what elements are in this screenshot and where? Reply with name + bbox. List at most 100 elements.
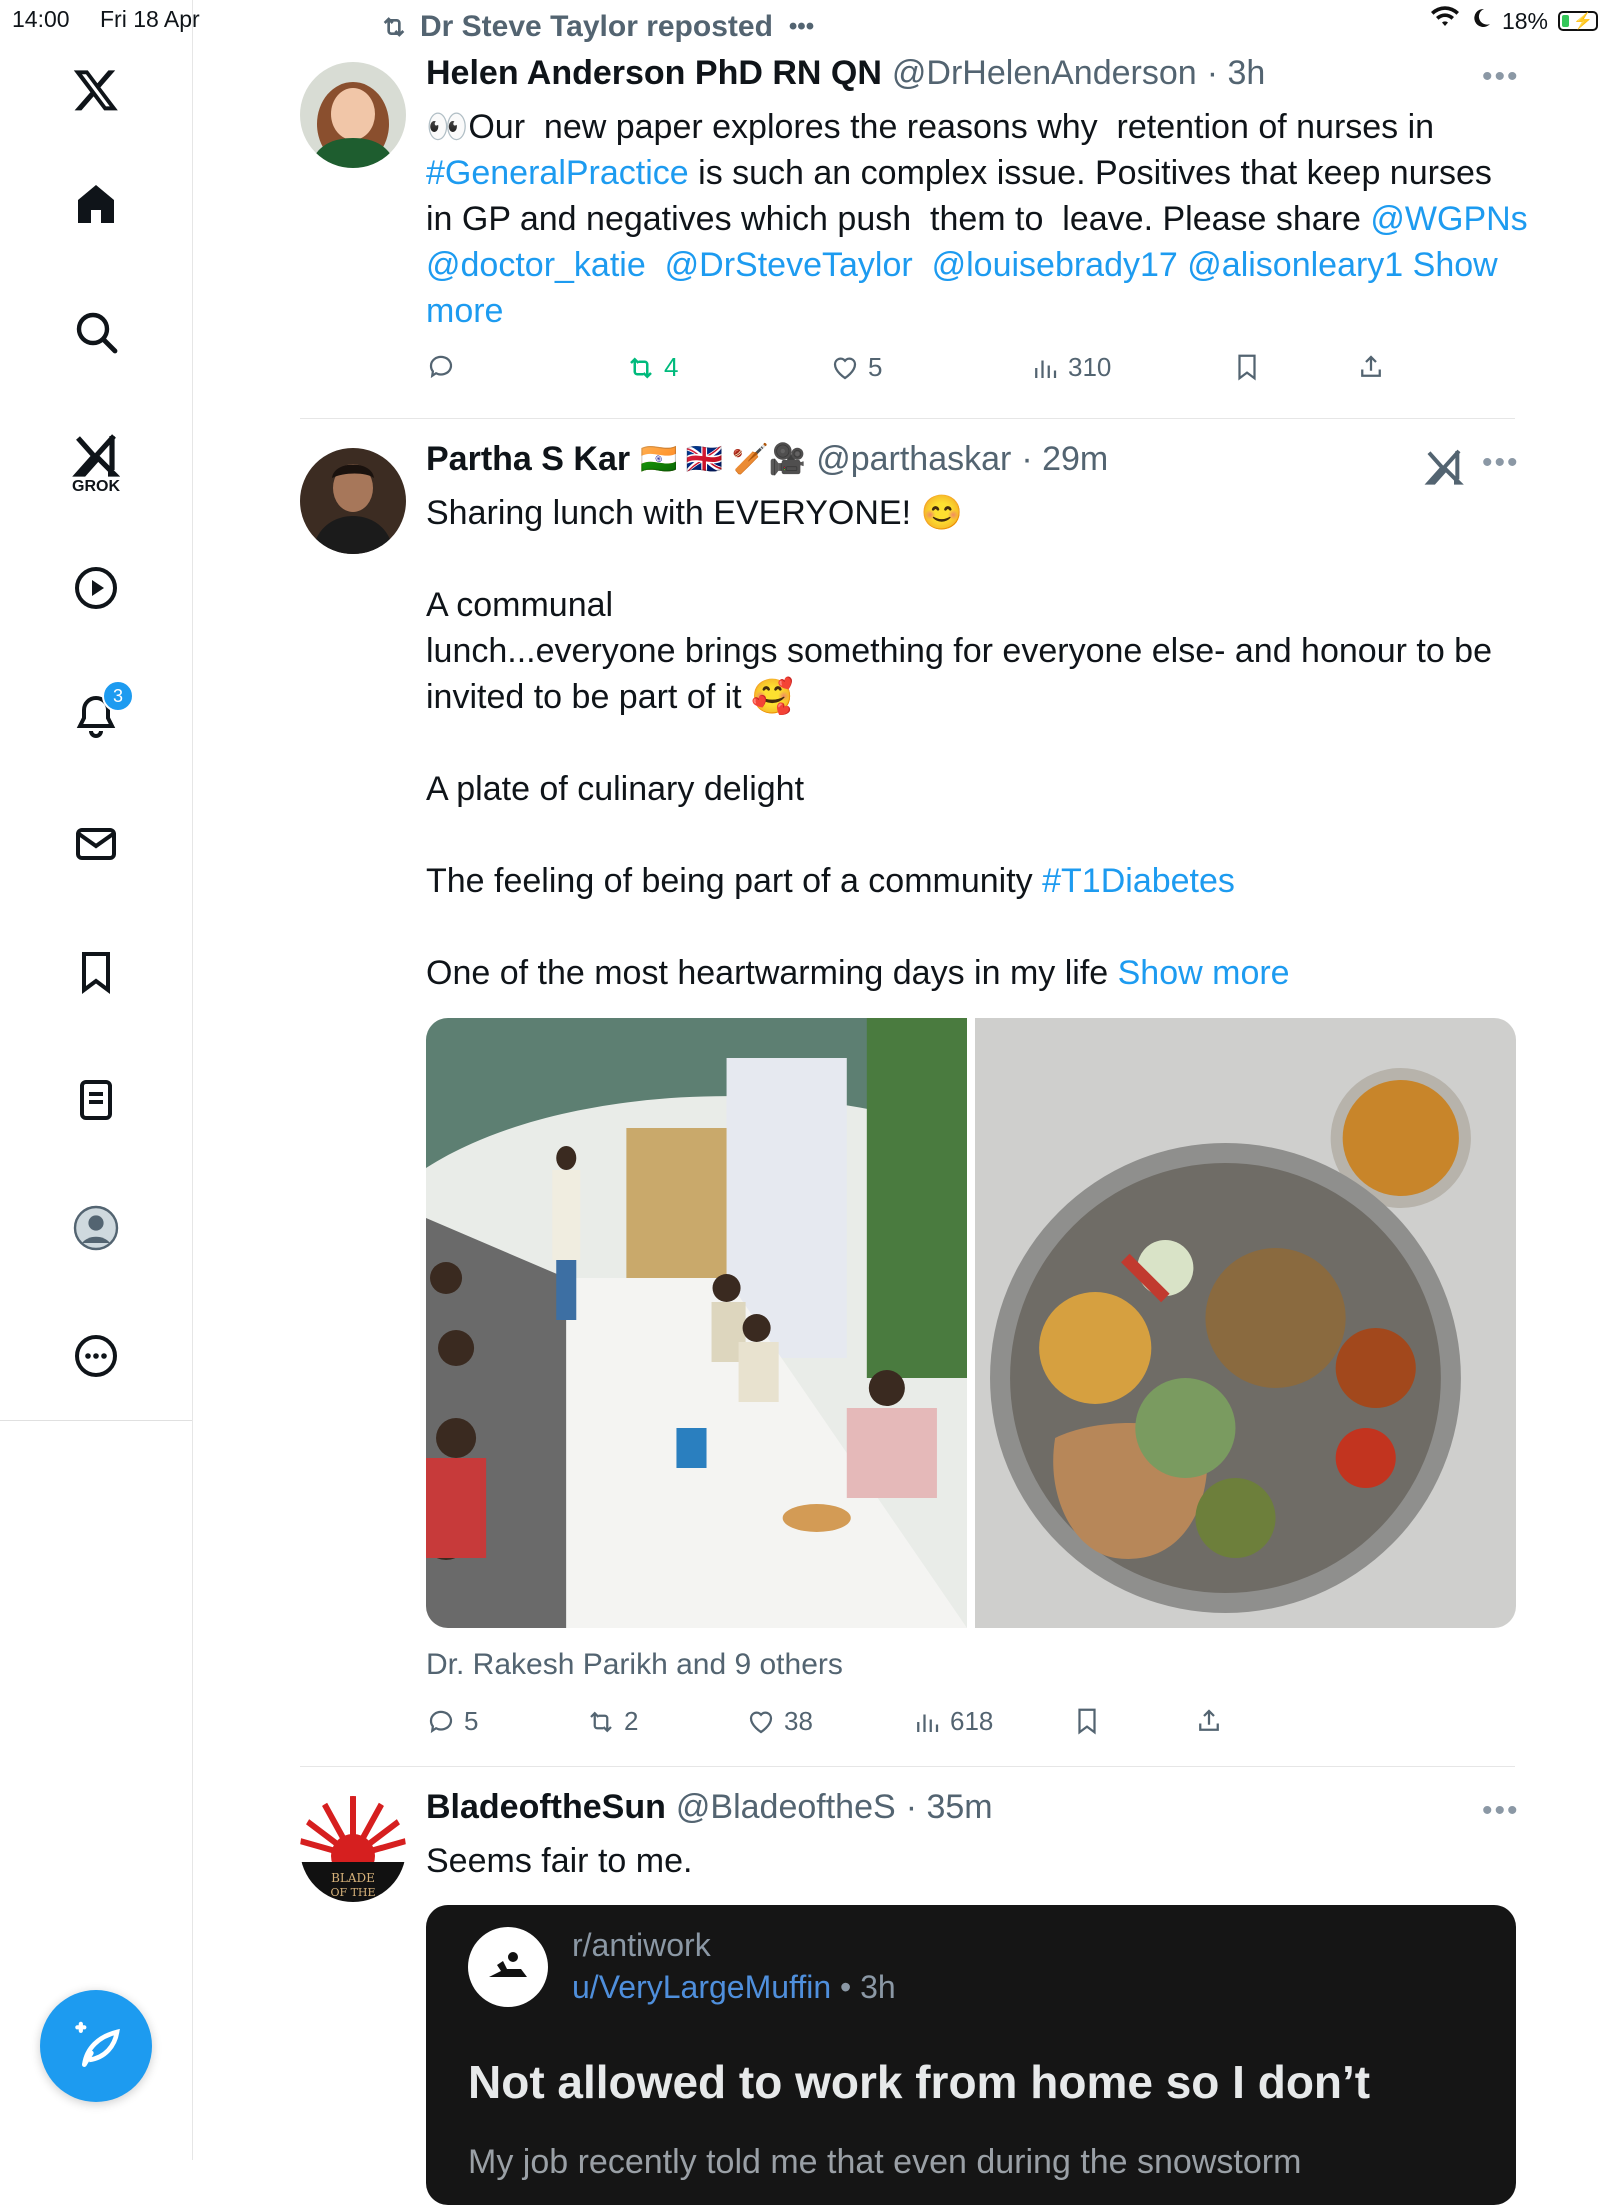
status-right: 18% ⚡ [1430,6,1598,36]
reddit-post-title: Not allowed to work from home so I don’t [468,2056,1371,2108]
tweet-time[interactable]: · 35m [906,1788,993,1827]
author-handle[interactable]: @DrHelenAnderson [892,54,1197,93]
heart-icon [833,357,857,379]
tweet-text-segment: invited to be part of it 🥰 [426,678,794,716]
retweet-icon [590,1711,612,1732]
retweet-button[interactable]: 4 [626,352,678,383]
profile-icon[interactable] [66,1198,126,1258]
tweet-text-segment: 👀Our new paper explores the reasons why … [426,108,1435,146]
tweet-text-segment [913,246,932,284]
reply-icon [429,355,453,379]
avatar[interactable]: BLADE OF THE [300,1796,406,1902]
embedded-image-reddit-post[interactable]: r/antiwork u/VeryLargeMuffin • 3h Not al… [426,1905,1516,2205]
views-icon [917,1714,939,1732]
grok-analyze-icon[interactable] [1424,446,1464,486]
compose-button[interactable] [40,1990,152,2102]
tweet-link[interactable]: @WGPNs [1370,200,1527,238]
bookmark-button[interactable] [1232,352,1262,382]
author-name[interactable]: Partha S Kar [426,440,630,479]
tweet-text-line: #GeneralPractice is such an complex issu… [426,150,1516,196]
tweet-time[interactable]: · 29m [1021,440,1108,479]
tweet-text-segment [646,246,665,284]
bookmark-button[interactable] [1072,1706,1102,1736]
like-button[interactable]: 5 [830,352,882,383]
repost-text: Dr Steve Taylor reposted [420,10,773,43]
more-options-icon[interactable] [66,1326,126,1386]
tweet-link[interactable]: @alisonleary1 [1187,246,1403,284]
tweet-text-segment [1178,246,1187,284]
retweet-button[interactable]: 2 [586,1706,638,1737]
share-button[interactable] [1356,352,1386,382]
tweet-link[interactable]: @louisebrady17 [932,246,1178,284]
tweet-text-line: more [426,288,1516,334]
tweet-time[interactable]: · 3h [1207,54,1266,93]
grok-icon[interactable] [66,424,126,484]
reply-button[interactable]: 5 [426,1706,478,1737]
tweet-text-line: lunch...everyone brings something for ev… [426,628,1516,674]
tweet-more-icon[interactable]: ••• [1482,60,1520,94]
tweet-text-line: @doctor_katie @DrSteveTaylor @louisebrad… [426,242,1516,288]
notifications-icon[interactable]: 3 [66,680,134,746]
notifications-badge: 3 [102,680,134,712]
media-photo-group-lunch[interactable] [426,1018,967,1628]
repost-icon [383,17,405,37]
tweet-header: BladeoftheSun @BladeoftheS · 35m [426,1788,993,1827]
tweet-text-segment: The feeling of being part of a community [426,862,1043,900]
tweet-link[interactable]: more [426,292,503,330]
messages-icon[interactable] [66,814,126,874]
tweet-text-line [426,812,1516,858]
tweet-text-line: A communal [426,582,1516,628]
video-icon[interactable] [66,558,126,618]
author-handle[interactable]: @parthaskar [816,440,1011,479]
author-flags: 🇮🇳 🇬🇧 🏏🎥 [640,443,807,476]
x-logo-icon[interactable] [66,60,126,120]
tweet-text-line: One of the most heartwarming days in my … [426,950,1516,996]
tweet-text-segment: One of the most heartwarming days in my … [426,954,1118,992]
like-button[interactable]: 38 [746,1706,813,1737]
author-name[interactable]: Helen Anderson PhD RN QN [426,54,882,93]
retweet-icon [630,356,652,379]
tagged-people[interactable]: Dr. Rakesh Parikh and 9 others [426,1648,843,1682]
search-icon[interactable] [66,302,126,362]
battery-percent: 18% [1501,7,1548,34]
tweet-divider [300,1766,1515,1767]
tweet-link[interactable]: #GeneralPractice [426,154,689,192]
tweet-link[interactable]: @DrSteveTaylor [665,246,913,284]
subreddit-avatar [468,1927,548,2007]
tweet-text-line: 👀Our new paper explores the reasons why … [426,104,1516,150]
home-icon[interactable] [66,174,126,234]
tweet-header: Helen Anderson PhD RN QN @DrHelenAnderso… [426,54,1265,93]
repost-indicator[interactable]: Dr Steve Taylor reposted ••• [378,10,814,44]
grok-label: GROK [72,478,120,495]
lists-icon[interactable] [66,1070,126,1130]
tweet-text-line [426,720,1516,766]
tweet-more-icon[interactable]: ••• [1482,1794,1520,1828]
views-button[interactable]: 310 [1030,352,1111,383]
reply-button[interactable] [426,352,456,382]
tweet-link[interactable]: @doctor_katie [426,246,646,284]
reddit-user: u/VeryLargeMuffin • 3h [572,1969,896,2005]
tweet-media-grid[interactable] [426,1018,1516,1628]
like-count: 5 [868,352,883,382]
compose-feather-icon [75,2021,120,2067]
bookmarks-icon[interactable] [66,942,126,1002]
media-photo-food-plate[interactable] [975,1018,1516,1628]
tweet-header: Partha S Kar 🇮🇳 🇬🇧 🏏🎥 @parthaskar · 29m [426,440,1108,479]
avatar[interactable] [300,448,406,554]
repost-more-dots[interactable]: ••• [789,13,814,41]
tweet-link[interactable]: Show more [1118,954,1290,992]
tweet-link[interactable]: Show [1413,246,1498,284]
tweet-text-line: Sharing lunch with EVERYONE! 😊 [426,490,1516,536]
share-button[interactable] [1194,1706,1224,1736]
avatar[interactable] [300,62,406,168]
tweet-text-line [426,904,1516,950]
tweet-link[interactable]: #T1Diabetes [1042,862,1235,900]
author-handle[interactable]: @BladeoftheS [676,1788,896,1827]
tweet-text: Sharing lunch with EVERYONE! 😊 A communal… [426,490,1516,996]
author-name[interactable]: BladeoftheSun [426,1788,666,1827]
views-button[interactable]: 618 [912,1706,993,1737]
reply-count: 5 [464,1706,479,1736]
tweet-more-icon[interactable]: ••• [1482,446,1520,480]
tweet-text-segment: lunch...everyone brings something for ev… [426,632,1492,670]
like-count: 38 [784,1706,813,1736]
